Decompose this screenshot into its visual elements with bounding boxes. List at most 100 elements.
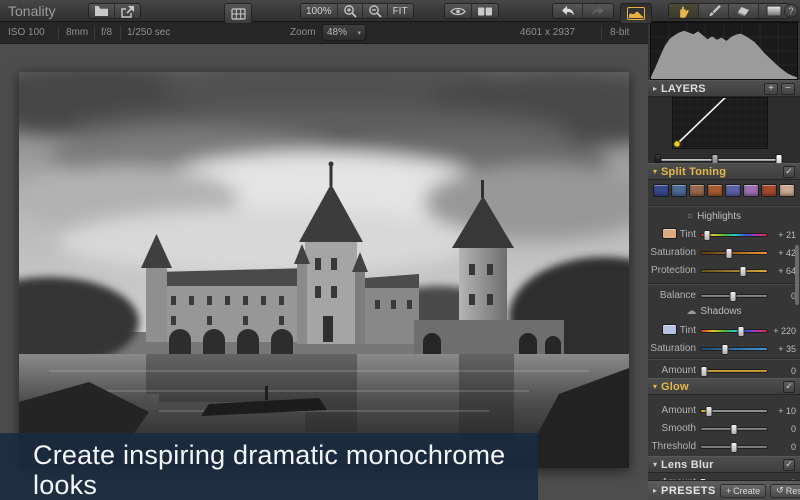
presets-bar[interactable]: ▸ PRESETS + Create ↺ Reset (648, 480, 800, 500)
focal-length-value: 8mm (66, 27, 88, 38)
tone-curve-plot[interactable] (672, 97, 768, 149)
glow-checkbox[interactable]: ✓ (783, 381, 795, 393)
hand-tool-button[interactable] (669, 4, 699, 18)
zoom-out-button[interactable] (363, 4, 388, 18)
adjustments-panel: ▸ LAYERS + − ▾ Split Toning (648, 22, 800, 500)
tools-button-group (668, 3, 790, 19)
chevron-down-icon: ▾ (653, 460, 657, 469)
highlights-protection-row: Protection + 64 (648, 263, 800, 279)
histogram-panel-toggle[interactable] (620, 3, 652, 24)
zoom-in-button[interactable] (338, 4, 363, 18)
glow-threshold-slider[interactable] (700, 445, 768, 449)
slider-handle[interactable] (730, 291, 737, 302)
slider-handle[interactable] (731, 424, 738, 435)
balance-slider[interactable] (700, 294, 768, 298)
slider-handle[interactable] (737, 326, 744, 337)
brush-tool-button[interactable] (699, 4, 729, 18)
highlights-tint-slider[interactable] (700, 233, 768, 237)
slider-handle[interactable] (703, 230, 710, 241)
lens-blur-title: Lens Blur (661, 459, 783, 471)
shadows-saturation-slider[interactable] (700, 347, 768, 351)
slider-label: Protection (651, 265, 696, 276)
slider-label: Balance (660, 290, 696, 301)
split-toning-header[interactable]: ▾ Split Toning ✓ (648, 163, 800, 180)
photo-preview[interactable] (19, 72, 629, 468)
glow-amount-slider[interactable] (700, 409, 768, 413)
canvas-area: Create inspiring dramatic monochrome loo… (0, 44, 648, 500)
panel-scrollbar[interactable] (795, 245, 799, 305)
glow-header[interactable]: ▾ Glow ✓ (648, 378, 800, 395)
reset-button[interactable]: ↺ Reset (770, 484, 800, 498)
curve-point (674, 141, 680, 147)
shadows-group-label: ☁Shadows (648, 306, 800, 317)
check-icon: ✓ (785, 382, 793, 391)
crop-button[interactable] (224, 3, 252, 24)
aperture-value: f/8 (101, 27, 112, 38)
shadows-tint-slider[interactable] (700, 329, 768, 333)
slider-handle[interactable] (731, 442, 738, 453)
zoom-dropdown[interactable]: 48% ▾ (322, 24, 366, 41)
toning-swatch[interactable] (761, 184, 777, 197)
slider-value: + 64 (766, 266, 796, 276)
create-preset-button[interactable]: + Create (720, 484, 766, 498)
undo-button[interactable] (553, 4, 583, 18)
help-label: ? (788, 6, 793, 16)
toning-swatch[interactable] (671, 184, 687, 197)
levels-track[interactable] (654, 158, 783, 162)
file-button-group (88, 3, 141, 19)
zoom-button-group: 100% FIT (300, 3, 414, 19)
shadows-saturation-row: Saturation + 35 (648, 341, 800, 357)
toning-swatch[interactable] (743, 184, 759, 197)
open-button[interactable] (89, 4, 115, 18)
slider-handle[interactable] (740, 266, 747, 277)
zoom-100-label: 100% (306, 6, 332, 17)
split-toning-presets (653, 184, 795, 197)
help-button[interactable]: ? (784, 4, 798, 18)
slider-handle[interactable] (726, 248, 733, 259)
history-button-group (552, 3, 614, 19)
remove-layer-button[interactable]: − (781, 83, 795, 95)
slider-handle[interactable] (721, 344, 728, 355)
shadows-tint-swatch[interactable] (662, 324, 677, 335)
slider-handle[interactable] (700, 366, 707, 377)
compare-button[interactable] (472, 4, 498, 18)
slider-handle[interactable] (705, 406, 712, 417)
add-layer-button[interactable]: + (764, 83, 778, 95)
image-dimensions: 4601 x 2937 (520, 27, 575, 38)
divider (120, 26, 121, 40)
highlights-protection-slider[interactable] (700, 269, 768, 273)
divider (58, 26, 59, 40)
chevron-right-icon: ▸ (653, 486, 657, 495)
lens-blur-header[interactable]: ▾ Lens Blur ✓ (648, 456, 800, 473)
lens-blur-checkbox[interactable]: ✓ (783, 459, 795, 471)
zoom-100-button[interactable]: 100% (301, 4, 338, 18)
fit-button[interactable]: FIT (388, 4, 413, 18)
undo-icon (560, 5, 575, 17)
preview-original-button[interactable] (445, 4, 472, 18)
caption-banner: Create inspiring dramatic monochrome loo… (0, 433, 538, 500)
split-toning-checkbox[interactable]: ✓ (783, 166, 795, 178)
plus-icon: + (726, 486, 731, 496)
folder-icon (94, 5, 109, 17)
redo-button[interactable] (583, 4, 613, 18)
toning-swatch[interactable] (707, 184, 723, 197)
eraser-tool-button[interactable] (729, 4, 759, 18)
highlights-tint-row: Tint + 21 (648, 227, 800, 243)
slider-value: 0 (766, 291, 796, 301)
shutter-value: 1/250 sec (127, 27, 170, 38)
export-button[interactable] (115, 4, 140, 18)
layers-header[interactable]: ▸ LAYERS + − (648, 80, 800, 97)
glow-smooth-slider[interactable] (700, 427, 768, 431)
toning-swatch[interactable] (689, 184, 705, 197)
chevron-down-icon: ▾ (653, 167, 657, 176)
highlights-saturation-slider[interactable] (700, 251, 768, 255)
slider-label: Amount (662, 405, 696, 416)
balance-row: Balance 0 (648, 288, 800, 304)
toning-swatch[interactable] (653, 184, 669, 197)
toning-swatch[interactable] (779, 184, 795, 197)
toning-swatch[interactable] (725, 184, 741, 197)
brush-icon (707, 4, 721, 18)
split-toning-amount-slider[interactable] (700, 369, 768, 373)
highlights-tint-swatch[interactable] (662, 228, 677, 239)
cloud-icon: ☁ (686, 306, 696, 317)
